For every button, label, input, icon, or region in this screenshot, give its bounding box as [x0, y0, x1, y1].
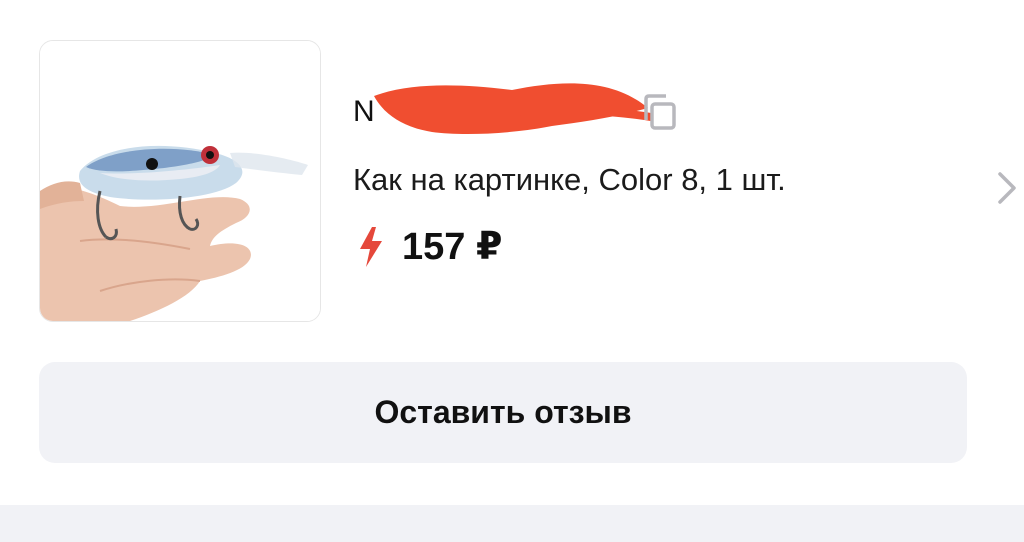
price-row: 157 ₽	[358, 224, 502, 270]
section-divider	[0, 505, 1024, 542]
lightning-icon	[360, 227, 382, 267]
leave-review-button[interactable]: Оставить отзыв	[39, 362, 967, 463]
copy-icon[interactable]	[638, 94, 680, 132]
fishing-lure-image	[40, 41, 320, 321]
item-price: 157 ₽	[402, 226, 503, 268]
redaction-mark	[374, 83, 661, 134]
product-variant: Как на картинке, Color 8, 1 шт.	[353, 162, 786, 197]
order-item-card[interactable]: N Как на картинке, Color 8, 1 шт. 157 ₽ …	[0, 0, 1024, 505]
product-image[interactable]	[39, 40, 321, 322]
chevron-right-icon[interactable]	[996, 170, 1018, 206]
